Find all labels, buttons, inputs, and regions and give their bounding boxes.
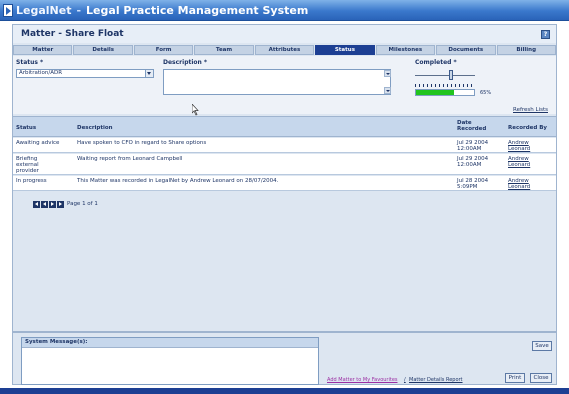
completed-percent: 65% (480, 90, 492, 96)
page-title: Matter - Share Float (21, 29, 124, 39)
tab-status[interactable]: Status (315, 45, 375, 55)
next-page-icon[interactable] (49, 200, 56, 208)
print-button[interactable]: Print (505, 373, 525, 383)
title-separator: - (76, 4, 82, 17)
scroll-up-icon[interactable] (384, 70, 391, 77)
status-select[interactable]: Arbitration/ADR (16, 69, 154, 78)
table-row[interactable]: Awaiting advice Have spoken to CFO in re… (13, 138, 556, 153)
system-message-label: System Message(s): (22, 338, 318, 348)
chevron-down-icon[interactable] (145, 70, 153, 77)
matter-details-report-link[interactable]: Matter Details Report (409, 377, 463, 383)
row-recorded-by-link[interactable]: Leonard (508, 184, 530, 190)
table-row[interactable]: Briefing external provider Waiting repor… (13, 154, 556, 175)
help-icon[interactable]: ? (541, 30, 550, 39)
row-recorded-by-link[interactable]: Leonard (508, 146, 530, 152)
row-time: 5:09PM (457, 184, 478, 190)
slider-thumb[interactable] (449, 70, 453, 80)
column-header-recorded-by: Recorded By (508, 125, 548, 131)
row-description: Waiting report from Leonard Campbell (77, 156, 183, 162)
page-indicator: Page 1 of 1 (67, 201, 98, 207)
slider-ticks (415, 84, 475, 87)
app-logo-icon (3, 4, 13, 17)
first-page-icon[interactable] (33, 200, 40, 208)
app-brand: LegalNet (16, 4, 72, 17)
tab-details[interactable]: Details (73, 45, 133, 55)
tab-billing[interactable]: Billing (496, 45, 556, 55)
column-header-date: Date Recorded (457, 120, 487, 132)
previous-page-icon[interactable] (41, 200, 48, 208)
footer-bar (0, 388, 569, 394)
row-status: Awaiting advice (16, 140, 60, 146)
completed-progress-bar (415, 89, 475, 96)
add-to-favourites-link[interactable]: Add Matter to My Favourites (327, 377, 398, 383)
status-form: Status * Arbitration/ADR Description * C… (13, 56, 556, 114)
page-header: Matter - Share Float ? (13, 25, 556, 43)
tab-matter[interactable]: Matter (13, 45, 73, 55)
row-description: Have spoken to CFO in regard to Share op… (77, 140, 207, 146)
tab-form[interactable]: Form (133, 45, 194, 55)
row-recorded-by-link[interactable]: Leonard (508, 162, 530, 168)
tab-team[interactable]: Team (194, 45, 254, 55)
app-title-text: Legal Practice Management System (86, 4, 309, 17)
column-header-description: Description (77, 125, 113, 131)
row-status: Briefing external provider (16, 156, 39, 174)
slider-track (415, 75, 475, 76)
divider (13, 331, 556, 333)
description-textarea[interactable] (163, 69, 391, 95)
row-time: 12:00AM (457, 146, 482, 152)
progress-fill (416, 90, 454, 95)
save-button[interactable]: Save (532, 341, 552, 351)
row-status: In progress (16, 178, 47, 184)
description-label: Description * (163, 59, 208, 66)
app-title: LegalNet - Legal Practice Management Syste… (16, 4, 308, 17)
status-table-header: Status Description Date Recorded Recorde… (13, 116, 556, 137)
app-title-bar: LegalNet - Legal Practice Management Syste… (0, 0, 569, 21)
refresh-lists-link[interactable]: Refresh Lists (513, 107, 548, 113)
tab-attributes[interactable]: Attributes (254, 45, 315, 55)
mouse-pointer-shape (192, 104, 199, 116)
tab-bar: Matter Details Form Team Attributes Stat… (13, 45, 556, 55)
status-label: Status * (16, 59, 44, 66)
pager: Page 1 of 1 (33, 200, 98, 208)
scroll-down-icon[interactable] (384, 87, 391, 94)
close-button[interactable]: Close (530, 373, 552, 383)
matter-panel: Matter - Share Float ? Matter Details Fo… (12, 24, 557, 385)
row-time: 12:00AM (457, 162, 482, 168)
completed-label: Completed * (415, 59, 457, 66)
link-separator: / (404, 377, 406, 383)
table-row[interactable]: In progress This Matter was recorded in … (13, 176, 556, 191)
status-select-value: Arbitration/ADR (19, 70, 63, 76)
row-description: This Matter was recorded in LegalNet by … (77, 178, 279, 184)
system-message-box: System Message(s): (21, 337, 319, 385)
tab-milestones[interactable]: Milestones (375, 45, 436, 55)
column-header-status: Status (16, 125, 37, 131)
last-page-icon[interactable] (57, 200, 64, 208)
completed-slider[interactable] (415, 70, 475, 82)
tab-documents[interactable]: Documents (436, 45, 496, 55)
